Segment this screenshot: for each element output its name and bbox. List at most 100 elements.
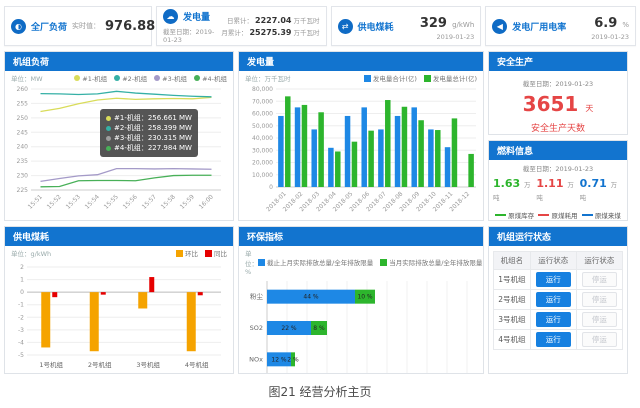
svg-text:16:00: 16:00: [198, 193, 215, 210]
legend-item[interactable]: #4-机组: [194, 73, 227, 83]
tooltip-text: #3-机组：230.315 MW: [114, 133, 192, 143]
kpi-daily-total: 日累计： 2227.04 万千瓦时: [227, 15, 320, 25]
run-status-cell: 运行: [530, 270, 576, 290]
col-header-run-status-2: 运行状态: [576, 252, 622, 270]
fuel-date: 截至日期：2019-01-23: [493, 163, 623, 173]
legend-item[interactable]: 截止上月实际排放总量/全年排放限量: [258, 257, 373, 267]
unit-label: 单位：万千瓦时: [245, 73, 291, 83]
svg-text:15:56: 15:56: [122, 193, 139, 210]
svg-text:2: 2: [20, 264, 24, 271]
table-row: 4号机组运行停运: [494, 330, 623, 350]
panel-title: 机组负荷: [5, 52, 233, 71]
svg-text:SO2: SO2: [250, 324, 263, 332]
panel-generation-chart: 发电量 单位：万千瓦时 发电量合计(亿)发电量总计(亿) 010,00020,0…: [238, 51, 484, 221]
generation-chart-legend: 发电量合计(亿) 发电量总计(亿): [364, 73, 477, 83]
kpi-generation: ☁ 发电量 截至日期：2019-01-23 日累计： 2227.04 万千瓦时 …: [156, 6, 327, 46]
stop-status-button[interactable]: 停运: [582, 332, 617, 347]
figure-caption: 图21 经营分析主页: [0, 383, 640, 400]
tooltip-row: #3-机组：230.315 MW: [106, 133, 192, 143]
svg-text:260: 260: [17, 86, 29, 93]
legend-marker: [205, 250, 212, 257]
legend-marker: [194, 75, 200, 81]
kpi-title: 发电厂用电率: [512, 20, 566, 33]
svg-text:NOx: NOx: [249, 355, 263, 363]
stop-status-cell: 停运: [576, 310, 622, 330]
run-status-button[interactable]: 运行: [536, 332, 571, 347]
kpi-value-row: 6.9 %: [594, 12, 629, 31]
coal-rate-icon: ⇄: [338, 19, 353, 34]
kpi-monthly-total: 月累计： 25275.39 万千瓦时: [221, 27, 319, 37]
unit-label: 单位：g/kWh: [11, 248, 51, 258]
legend-label: #4-机组: [202, 73, 227, 83]
legend-marker: [114, 75, 120, 81]
tooltip-row: #4-机组：227.984 MW: [106, 143, 192, 153]
unit-name-cell: 3号机组: [494, 310, 531, 330]
svg-text:10 %: 10 %: [357, 294, 373, 301]
svg-text:50,000: 50,000: [252, 123, 273, 130]
kpi-title: 全厂负荷: [31, 20, 67, 33]
run-status-button[interactable]: 运行: [536, 292, 571, 307]
tooltip-text: #4-机组：227.984 MW: [114, 143, 192, 153]
legend-item[interactable]: 同比: [205, 248, 227, 258]
legend-marker: [176, 250, 183, 257]
fuel-arrival-value: 0.71 万吨: [580, 177, 623, 203]
legend-marker: [364, 75, 371, 82]
table-row: 1号机组运行停运: [494, 270, 623, 290]
kpi-date: 截至日期：2019-01-23: [163, 26, 216, 44]
legend-marker: [154, 75, 160, 81]
unit-name-cell: 2号机组: [494, 290, 531, 310]
legend-item[interactable]: #1-机组: [74, 73, 107, 83]
dashboard-page: ◐ 全厂负荷 实时值： 976.88 MW ☁ 发电量 截至日期：2019-01…: [0, 0, 640, 374]
legend-label: 同比: [214, 248, 227, 258]
legend-item[interactable]: 环比: [176, 248, 198, 258]
stop-status-cell: 停运: [576, 290, 622, 310]
svg-text:22 %: 22 %: [281, 325, 297, 332]
run-status-button[interactable]: 运行: [536, 272, 571, 287]
stop-status-button[interactable]: 停运: [582, 312, 617, 327]
env-chart-legend: 截止上月实际排放总量/全年排放限量当月实际排放总量/全年排放限量: [258, 257, 482, 267]
safety-date: 截至日期：2019-01-23: [493, 78, 623, 88]
kpi-date: 2019-01-23: [591, 33, 629, 41]
legend-marker: [495, 214, 506, 216]
svg-text:225: 225: [17, 187, 29, 194]
svg-text:2号机组: 2号机组: [88, 360, 112, 369]
fuel-legend-item: 原煤库存: [495, 210, 534, 220]
panel-title: 环保指标: [239, 227, 483, 246]
kpi-title: 发电量: [183, 10, 210, 23]
legend-label: 截止上月实际排放总量/全年排放限量: [267, 257, 373, 267]
legend-item[interactable]: #2-机组: [114, 73, 147, 83]
legend-item[interactable]: #3-机组: [154, 73, 187, 83]
svg-text:250: 250: [17, 115, 29, 122]
run-status-cell: 运行: [530, 330, 576, 350]
env-stacked-bar-chart[interactable]: 0102030405060708090100粉尘44 %10 %SO222 %8…: [243, 277, 479, 374]
run-status-button[interactable]: 运行: [536, 312, 571, 327]
tooltip-dot: [106, 116, 111, 121]
table-row: 3号机组运行停运: [494, 310, 623, 330]
svg-text:15:52: 15:52: [46, 193, 63, 210]
stop-status-button[interactable]: 停运: [582, 292, 617, 307]
generation-bar-chart[interactable]: 010,00020,00030,00040,00050,00060,00070,…: [243, 84, 479, 218]
unit-name-cell: 4号机组: [494, 330, 531, 350]
legend-item[interactable]: 当月实际排放总量/全年排放限量: [380, 257, 482, 267]
panel-unit-status: 机组运行状态 机组名 运行状态 运行状态 1号机组运行停运2号机组运行停运3号机…: [488, 226, 628, 374]
tooltip-dot: [106, 136, 111, 141]
unit-status-table: 机组名 运行状态 运行状态 1号机组运行停运2号机组运行停运3号机组运行停运4号…: [493, 251, 623, 350]
svg-text:60,000: 60,000: [252, 111, 273, 118]
svg-text:20,000: 20,000: [252, 160, 273, 167]
kpi-date: 2019-01-23: [437, 33, 475, 41]
chart-tooltip: #1-机组：256.661 MW#2-机组：258.399 MW#3-机组：23…: [100, 109, 198, 157]
kpi-row: ◐ 全厂负荷 实时值： 976.88 MW ☁ 发电量 截至日期：2019-01…: [4, 6, 636, 46]
tooltip-row: #1-机组：256.661 MW: [106, 113, 192, 123]
legend-label: #2-机组: [122, 73, 147, 83]
legend-marker: [74, 75, 80, 81]
legend-item[interactable]: 发电量总计(亿): [424, 73, 477, 83]
legend-marker: [258, 259, 265, 266]
legend-item[interactable]: 发电量合计(亿): [364, 73, 417, 83]
stop-status-button[interactable]: 停运: [582, 272, 617, 287]
plant-load-icon: ◐: [11, 19, 26, 34]
coal-compare-bar-chart[interactable]: -5-4-3-2-10121号机组2号机组3号机组4号机组: [9, 259, 229, 371]
svg-text:230: 230: [17, 173, 29, 180]
svg-text:3号机组: 3号机组: [136, 360, 160, 369]
run-status-cell: 运行: [530, 290, 576, 310]
svg-text:12 %: 12 %: [271, 356, 287, 363]
